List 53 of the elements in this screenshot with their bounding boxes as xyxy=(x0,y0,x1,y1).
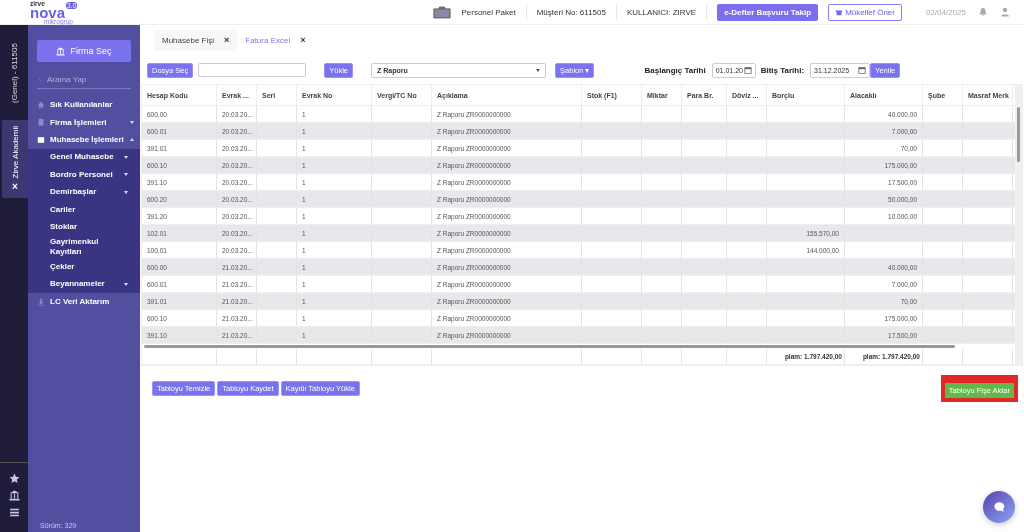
close-icon[interactable]: × xyxy=(224,35,230,45)
end-date-label: Bitiş Tarihi: xyxy=(760,65,805,75)
package-label: Personel Paket xyxy=(461,7,516,17)
star-icon[interactable] xyxy=(8,473,20,484)
search-field[interactable]: Arama Yap xyxy=(47,75,131,84)
company-label: (Genel) - 611505 xyxy=(9,43,19,103)
caret-icon xyxy=(124,173,128,177)
home-icon xyxy=(37,100,45,109)
menu-icon[interactable] xyxy=(8,507,20,518)
close-icon[interactable]: × xyxy=(300,35,306,45)
bank-icon[interactable] xyxy=(8,490,20,501)
recommend-button[interactable]: Mükellef Öner xyxy=(828,3,902,21)
bell-icon[interactable] xyxy=(978,7,988,17)
menu-item[interactable]: Stoklar xyxy=(28,218,140,236)
menu-item[interactable]: Beyannameler xyxy=(28,275,140,293)
caret-icon xyxy=(124,190,128,194)
file-name-field[interactable] xyxy=(198,63,307,77)
tab[interactable]: Muhasebe Fişi × xyxy=(154,30,238,51)
chat-button[interactable] xyxy=(983,491,1015,523)
menu-item[interactable]: Demirbaşlar xyxy=(28,183,140,201)
caret-icon xyxy=(130,138,134,142)
window-icon xyxy=(37,135,45,144)
caret-icon xyxy=(124,155,128,159)
start-date-label: Başlangıç Tarihi xyxy=(644,65,706,75)
firm-select-button[interactable]: Firma Seç xyxy=(37,40,131,62)
briefcase-icon xyxy=(433,5,452,19)
menu-item[interactable]: LC Veri Aktarım xyxy=(28,293,140,311)
building-icon xyxy=(37,118,45,127)
download-icon xyxy=(37,297,45,306)
gift-icon xyxy=(835,8,844,16)
logo: nova xyxy=(30,6,65,19)
menu-item[interactable]: Gayrimenkul Kayıtları xyxy=(28,236,140,258)
caret-icon xyxy=(130,120,134,124)
user-icon[interactable] xyxy=(1000,7,1010,17)
caret-icon xyxy=(124,282,128,286)
date-label: 02/04/2025 xyxy=(925,7,966,17)
academy-tab[interactable]: Zirve Akademii × xyxy=(2,120,28,199)
user-label: KULLANICI: ZIRVE xyxy=(626,7,697,17)
menu-item[interactable]: Sık Kullanılanlar xyxy=(28,96,140,114)
bank-icon xyxy=(56,46,66,56)
menu-item[interactable]: Muhasebe İşlemleri xyxy=(28,131,140,149)
edefter-button[interactable]: e-Defter Başvuru Takip xyxy=(717,3,819,21)
chat-icon xyxy=(993,501,1005,513)
calendar-icon xyxy=(743,66,752,74)
horizontal-scrollbar[interactable] xyxy=(144,345,955,348)
menu-item[interactable]: Firma İşlemleri xyxy=(28,113,140,131)
menu-item[interactable]: Cariler xyxy=(28,201,140,219)
menu-item[interactable]: Çekler xyxy=(28,258,140,276)
customer-number: Müşteri No: 611505 xyxy=(536,7,606,17)
vertical-scrollbar[interactable] xyxy=(1015,85,1022,365)
menu-item[interactable]: Bordro Personel xyxy=(28,166,140,184)
menu-item[interactable]: Genel Muhasebe xyxy=(28,148,140,166)
calendar-icon xyxy=(858,66,867,74)
